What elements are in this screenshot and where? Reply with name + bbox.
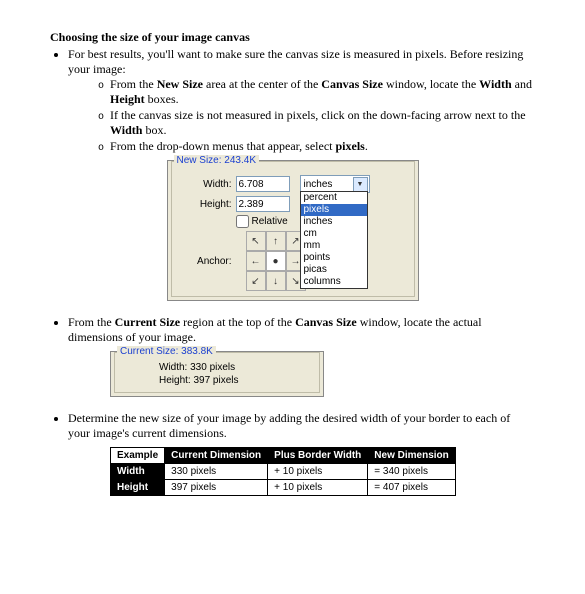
new-size-panel: New Size: 243.4K Width: inches ▼ percent… <box>167 160 419 301</box>
width-label: Width: <box>174 179 236 190</box>
intro-bullet: For best results, you'll want to make su… <box>68 47 535 154</box>
current-width: Width: 330 pixels <box>159 362 317 373</box>
anchor-nw[interactable]: ↖ <box>246 231 266 251</box>
th-border: Plus Border Width <box>268 448 368 464</box>
dimension-table: Example Current Dimension Plus Border Wi… <box>110 447 456 496</box>
new-size-legend: New Size: 243.4K <box>174 155 260 166</box>
unit-dropdown[interactable]: percent pixels inches cm mm points picas… <box>300 191 368 289</box>
determine-bullet: Determine the new size of your image by … <box>68 411 535 441</box>
relative-label: Relative <box>252 216 288 227</box>
anchor-grid[interactable]: ↖↑↗ ←●→ ↙↓↘ <box>246 231 306 291</box>
current-size-bullet: From the Current Size region at the top … <box>68 315 535 345</box>
option-inches[interactable]: inches <box>301 216 367 228</box>
option-points[interactable]: points <box>301 252 367 264</box>
anchor-n[interactable]: ↑ <box>266 231 286 251</box>
option-percent[interactable]: percent <box>301 192 367 204</box>
th-new: New Dimension <box>368 448 455 464</box>
chevron-down-icon[interactable]: ▼ <box>353 177 368 192</box>
option-picas[interactable]: picas <box>301 264 367 276</box>
anchor-c[interactable]: ● <box>266 251 286 271</box>
option-columns[interactable]: columns <box>301 276 367 288</box>
sub-item-3: From the drop-down menus that appear, se… <box>98 139 535 154</box>
height-input[interactable] <box>236 196 290 212</box>
anchor-s[interactable]: ↓ <box>266 271 286 291</box>
option-cm[interactable]: cm <box>301 228 367 240</box>
option-mm[interactable]: mm <box>301 240 367 252</box>
section-heading: Choosing the size of your image canvas <box>50 30 535 45</box>
sub-item-1: From the New Size area at the center of … <box>98 77 535 107</box>
relative-checkbox[interactable] <box>236 215 249 228</box>
anchor-label: Anchor: <box>174 256 236 267</box>
current-height: Height: 397 pixels <box>159 375 317 386</box>
option-pixels[interactable]: pixels <box>301 204 367 216</box>
current-size-panel: Current Size: 383.8K Width: 330 pixels H… <box>110 351 324 397</box>
current-size-legend: Current Size: 383.8K <box>117 346 216 357</box>
table-row: Width 330 pixels + 10 pixels = 340 pixel… <box>111 464 456 480</box>
table-row: Height 397 pixels + 10 pixels = 407 pixe… <box>111 480 456 496</box>
sub-item-2: If the canvas size is not measured in pi… <box>98 108 535 138</box>
width-input[interactable] <box>236 176 290 192</box>
height-label: Height: <box>174 199 236 210</box>
th-example: Example <box>111 448 165 464</box>
width-unit-select[interactable]: inches ▼ percent pixels inches cm mm poi… <box>300 175 370 193</box>
th-current: Current Dimension <box>165 448 268 464</box>
anchor-w[interactable]: ← <box>246 251 266 271</box>
anchor-sw[interactable]: ↙ <box>246 271 266 291</box>
